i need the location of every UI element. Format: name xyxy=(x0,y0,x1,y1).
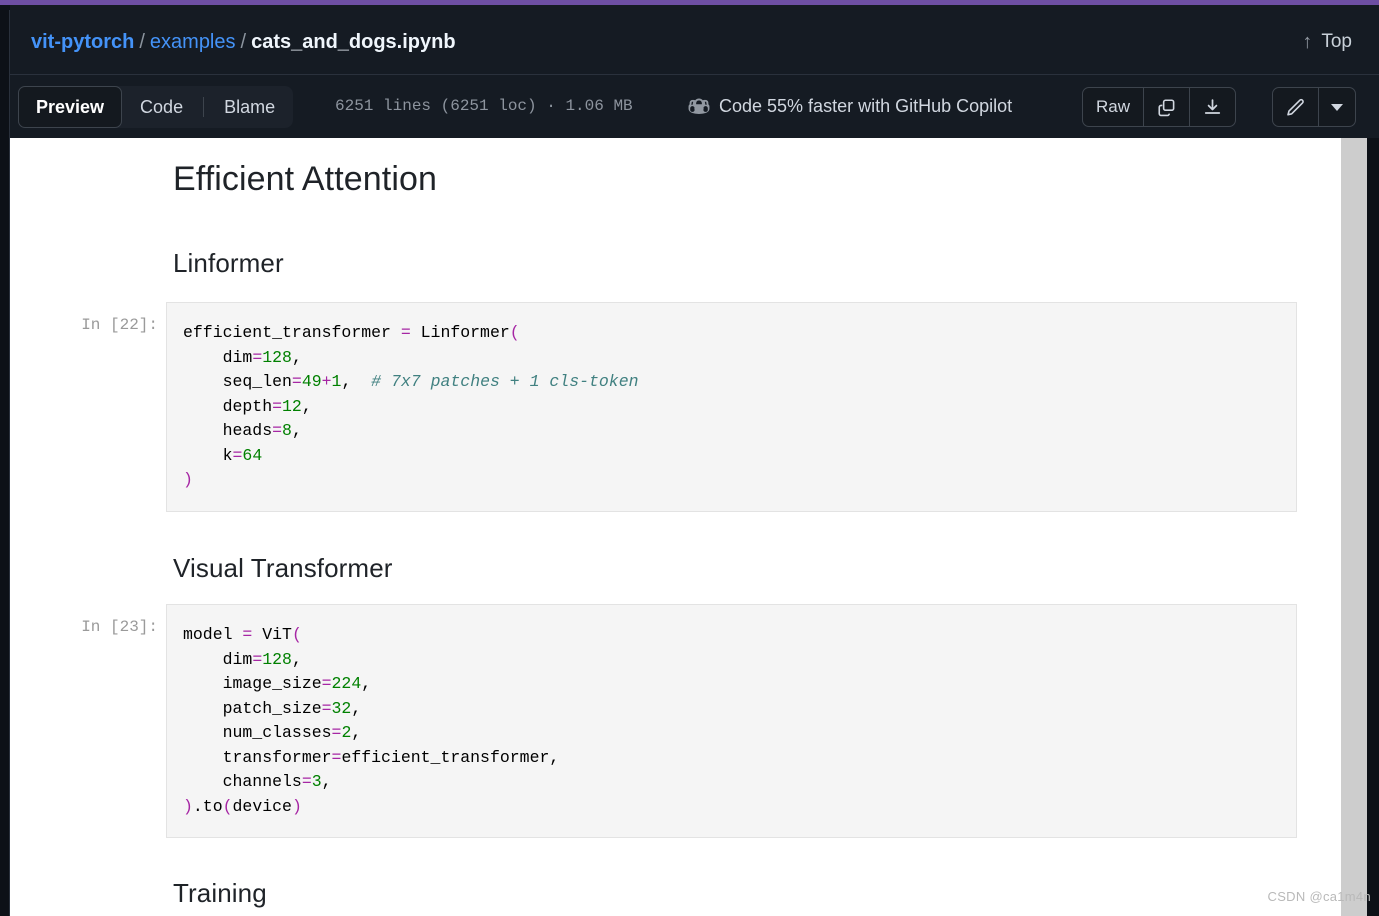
breadcrumb-filename: cats_and_dogs.ipynb xyxy=(251,31,456,53)
breadcrumb: vit-pytorch / examples / cats_and_dogs.ipynb xyxy=(31,29,456,55)
edit-options-dropdown-button[interactable] xyxy=(1318,88,1355,126)
tab-code[interactable]: Code xyxy=(122,86,201,128)
edit-file-button[interactable] xyxy=(1273,88,1318,126)
content-scrollbar-track[interactable] xyxy=(1341,138,1367,916)
github-file-preview-page: vit-pytorch / examples / cats_and_dogs.ipynb… xyxy=(0,0,1379,916)
raw-actions-group: Raw xyxy=(1081,87,1236,127)
breadcrumb-repo-link[interactable]: vit-pytorch xyxy=(31,31,134,53)
copilot-promo[interactable]: Code 55% faster with GitHub Copilot xyxy=(688,95,1012,117)
breadcrumb-separator-1: / xyxy=(139,31,145,53)
right-margin xyxy=(1367,138,1379,916)
tab-blame[interactable]: Blame xyxy=(206,86,293,128)
copilot-promo-label: Code 55% faster with GitHub Copilot xyxy=(719,95,1013,116)
section-heading-training: Training xyxy=(173,878,267,908)
content-scrollbar-thumb[interactable] xyxy=(1341,138,1367,916)
copy-icon xyxy=(1157,98,1176,117)
file-toolbar: Preview Code Blame 6251 lines (6251 loc)… xyxy=(10,75,1379,138)
code-source-1: efficient_transformer = Linformer( dim=1… xyxy=(183,323,639,489)
copilot-icon xyxy=(688,95,710,117)
pencil-icon xyxy=(1286,98,1305,117)
file-meta-text: 6251 lines (6251 loc) · 1.06 MB xyxy=(335,97,633,115)
file-header: vit-pytorch / examples / cats_and_dogs.ipynb… xyxy=(10,5,1379,138)
code-block-1[interactable]: efficient_transformer = Linformer( dim=1… xyxy=(166,302,1297,512)
section-heading-visual-transformer: Visual Transformer xyxy=(173,553,393,583)
download-icon xyxy=(1203,98,1222,117)
page-title: Efficient Attention xyxy=(173,160,438,198)
tab-preview[interactable]: Preview xyxy=(18,86,123,128)
code-block-2[interactable]: model = ViT( dim=128, image_size=224, pa… xyxy=(166,604,1297,838)
back-to-top-label: Top xyxy=(1321,31,1352,52)
cell-prompt-2: In [23]: xyxy=(81,618,158,636)
code-source-2: model = ViT( dim=128, image_size=224, pa… xyxy=(183,625,560,816)
raw-button[interactable]: Raw xyxy=(1083,88,1143,126)
csdn-watermark: CSDN @ca1m4n xyxy=(1267,889,1371,904)
chevron-down-icon xyxy=(1331,103,1343,111)
cell-prompt-1: In [22]: xyxy=(81,316,158,334)
notebook-preview-content: Efficient Attention Linformer In [22]: e… xyxy=(10,138,1341,916)
breadcrumb-separator-2: / xyxy=(240,31,247,53)
left-rail xyxy=(0,5,9,916)
download-raw-file-button[interactable] xyxy=(1189,88,1235,126)
breadcrumb-row: vit-pytorch / examples / cats_and_dogs.ipynb… xyxy=(10,5,1379,75)
arrow-up-icon: ↑ xyxy=(1302,31,1313,53)
back-to-top-link[interactable]: ↑ Top xyxy=(1302,29,1352,55)
breadcrumb-directory-link[interactable]: examples xyxy=(150,31,236,53)
section-heading-linformer: Linformer xyxy=(173,248,284,278)
copy-raw-contents-button[interactable] xyxy=(1143,88,1189,126)
tab-divider xyxy=(203,97,205,117)
edit-actions-group xyxy=(1272,87,1356,127)
view-mode-tabs: Preview Code Blame xyxy=(18,86,294,128)
